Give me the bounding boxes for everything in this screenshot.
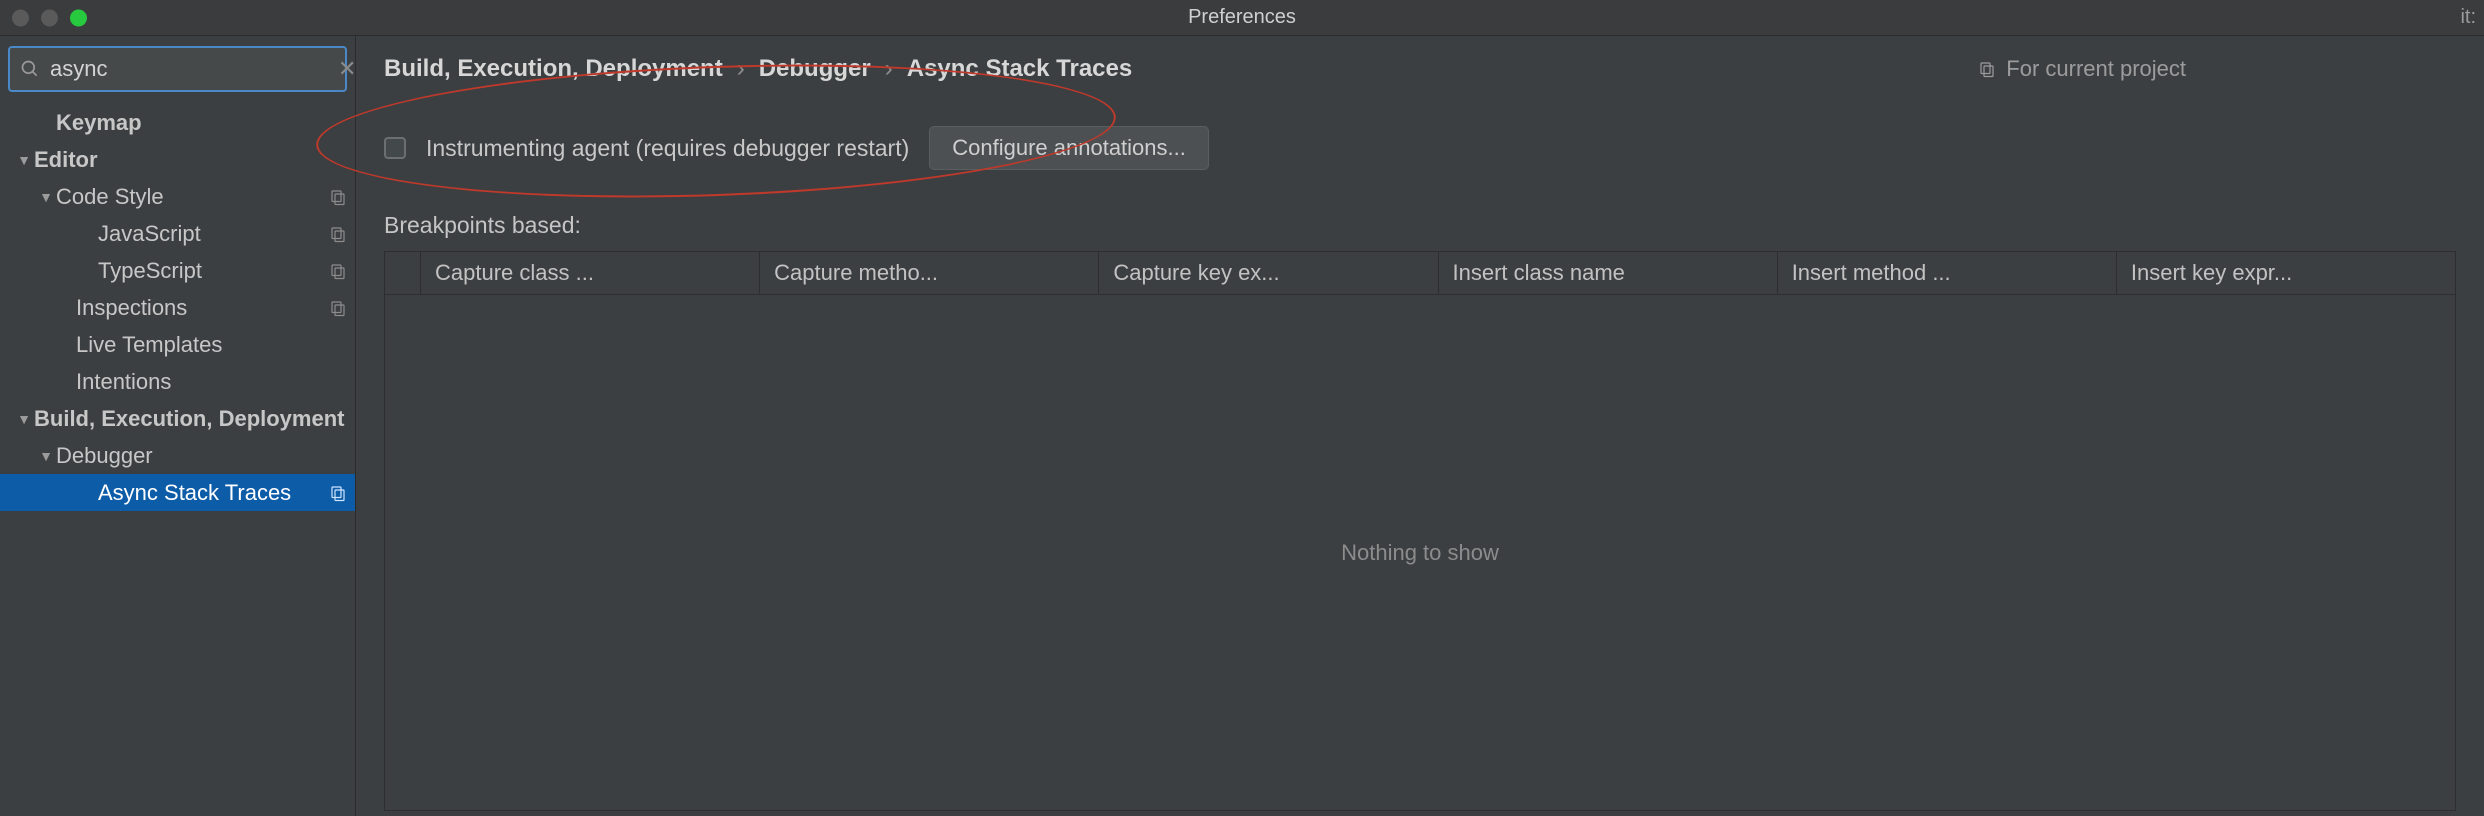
sidebar-item-label: Async Stack Traces xyxy=(98,480,329,506)
sidebar-item-label: Code Style xyxy=(56,184,329,210)
search-input[interactable] xyxy=(40,56,338,82)
right-fragment-text: it: xyxy=(2460,6,2476,29)
breadcrumb: Build, Execution, Deployment › Debugger › As… xyxy=(384,55,1132,83)
sidebar-item-label: Debugger xyxy=(56,443,347,469)
breakpoints-table: Capture class ...Capture metho...Capture… xyxy=(384,251,2456,811)
sidebar-item-editor[interactable]: ▼Editor xyxy=(0,141,355,178)
clear-search-icon[interactable]: ✕ xyxy=(338,56,356,82)
sidebar-item-label: Build, Execution, Deployment xyxy=(34,406,347,432)
settings-tree: Keymap▼Editor▼Code StyleJavaScriptTypeSc… xyxy=(0,102,355,816)
copy-icon xyxy=(329,262,347,280)
copy-icon xyxy=(1978,60,1996,78)
sidebar-item-typescript[interactable]: TypeScript xyxy=(0,252,355,289)
table-empty-message: Nothing to show xyxy=(385,295,2455,810)
table-header[interactable]: Capture class ... xyxy=(421,252,760,294)
sidebar-item-label: Editor xyxy=(34,147,347,173)
configure-annotations-button[interactable]: Configure annotations... xyxy=(929,126,1209,170)
window-controls xyxy=(12,9,87,26)
sidebar-item-live-templates[interactable]: Live Templates xyxy=(0,326,355,363)
search-box[interactable]: ✕ xyxy=(8,46,347,92)
sidebar-item-build-execution-deployment[interactable]: ▼Build, Execution, Deployment xyxy=(0,400,355,437)
sidebar-item-async-stack-traces[interactable]: Async Stack Traces xyxy=(0,474,355,511)
sidebar-item-label: TypeScript xyxy=(98,258,329,284)
copy-icon xyxy=(329,484,347,502)
instrumenting-agent-label: Instrumenting agent (requires debugger r… xyxy=(426,135,909,162)
breadcrumb-part[interactable]: Debugger xyxy=(759,55,871,83)
sidebar-item-inspections[interactable]: Inspections xyxy=(0,289,355,326)
minimize-window-button[interactable] xyxy=(41,9,58,26)
table-header[interactable]: Capture metho... xyxy=(760,252,1099,294)
sidebar-item-intentions[interactable]: Intentions xyxy=(0,363,355,400)
titlebar: Preferences it: xyxy=(0,0,2484,36)
sidebar-item-label: Inspections xyxy=(76,295,329,321)
table-header-row: Capture class ...Capture metho...Capture… xyxy=(385,252,2455,295)
sidebar-item-label: Live Templates xyxy=(76,332,347,358)
sidebar: ✕ Keymap▼Editor▼Code StyleJavaScriptType… xyxy=(0,36,356,816)
window-title: Preferences xyxy=(1188,6,1296,29)
table-header[interactable]: Insert key expr... xyxy=(2117,252,2455,294)
breadcrumb-separator: › xyxy=(885,55,893,83)
table-header[interactable]: Insert method ... xyxy=(1778,252,2117,294)
expand-arrow-icon: ▼ xyxy=(36,189,56,205)
copy-icon xyxy=(329,299,347,317)
copy-icon xyxy=(329,225,347,243)
for-current-project-text: For current project xyxy=(2006,56,2186,82)
content-panel: Build, Execution, Deployment › Debugger › As… xyxy=(356,36,2484,816)
breadcrumb-part[interactable]: Build, Execution, Deployment xyxy=(384,55,723,83)
close-window-button[interactable] xyxy=(12,9,29,26)
expand-arrow-icon: ▼ xyxy=(14,152,34,168)
table-header[interactable]: Capture key ex... xyxy=(1099,252,1438,294)
sidebar-item-label: JavaScript xyxy=(98,221,329,247)
breadcrumb-separator: › xyxy=(737,55,745,83)
sidebar-item-label: Keymap xyxy=(56,110,347,136)
maximize-window-button[interactable] xyxy=(70,9,87,26)
for-current-project-label: For current project xyxy=(1978,56,2186,82)
search-icon xyxy=(20,59,40,79)
sidebar-item-label: Intentions xyxy=(76,369,347,395)
instrumenting-agent-checkbox[interactable] xyxy=(384,137,406,159)
sidebar-item-keymap[interactable]: Keymap xyxy=(0,104,355,141)
expand-arrow-icon: ▼ xyxy=(14,411,34,427)
sidebar-item-debugger[interactable]: ▼Debugger xyxy=(0,437,355,474)
copy-icon xyxy=(329,188,347,206)
table-header-checkbox-col[interactable] xyxy=(385,252,421,294)
breakpoints-section-title: Breakpoints based: xyxy=(384,212,2456,239)
table-header[interactable]: Insert class name xyxy=(1439,252,1778,294)
sidebar-item-code-style[interactable]: ▼Code Style xyxy=(0,178,355,215)
breadcrumb-part[interactable]: Async Stack Traces xyxy=(907,55,1132,83)
sidebar-item-javascript[interactable]: JavaScript xyxy=(0,215,355,252)
expand-arrow-icon: ▼ xyxy=(36,448,56,464)
